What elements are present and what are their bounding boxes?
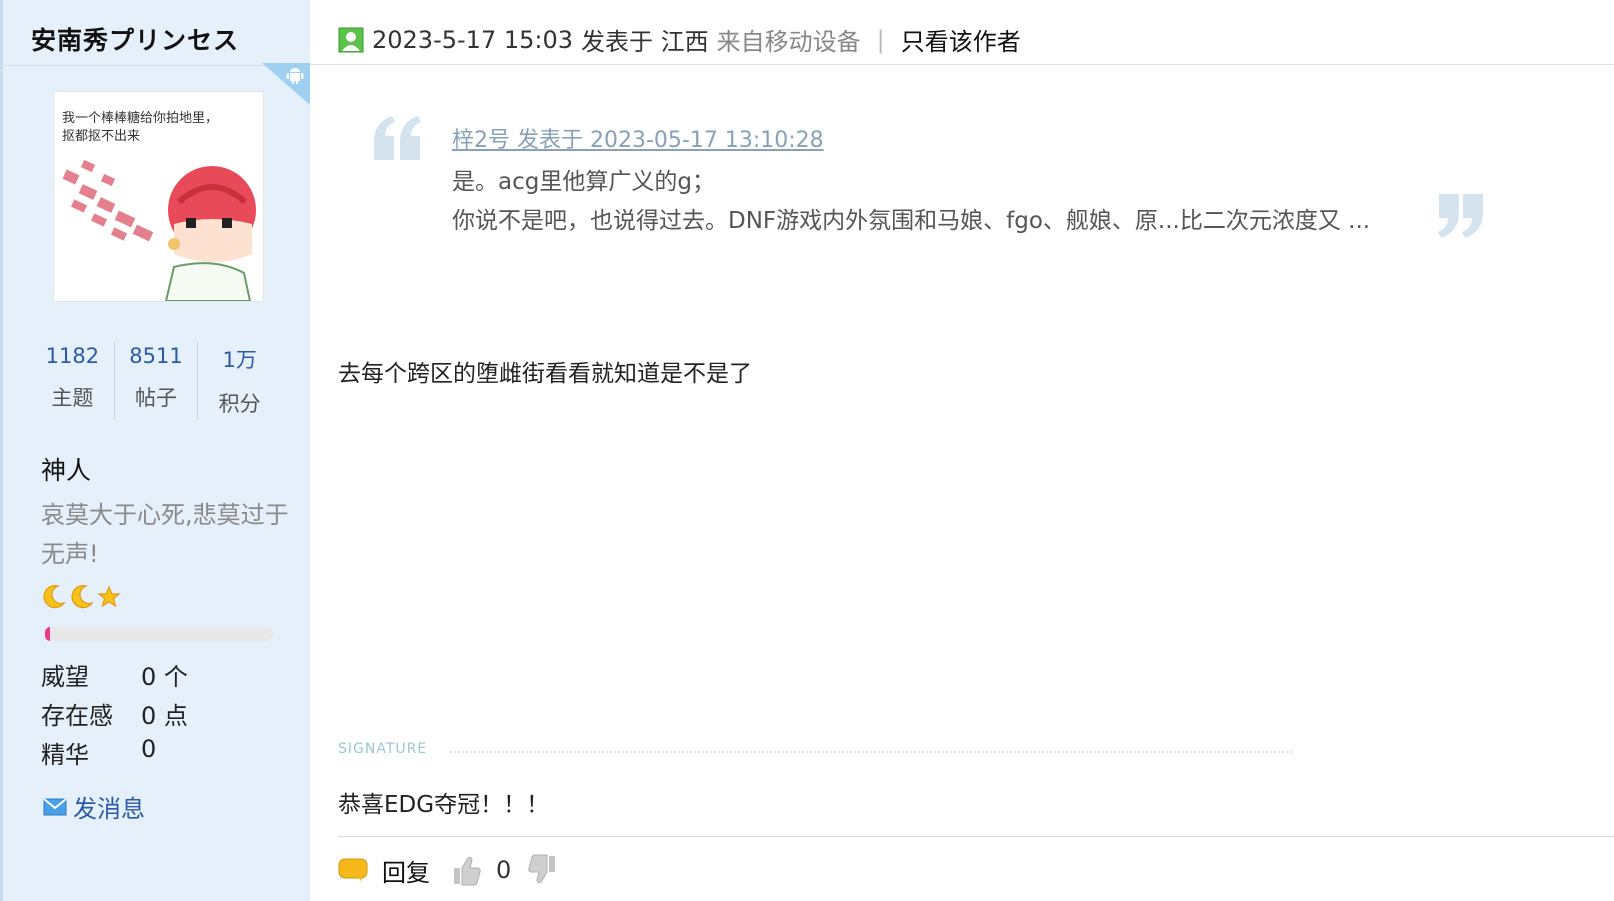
stat-threads[interactable]: 1182 主题 (31, 342, 114, 420)
quote-open-icon (374, 116, 421, 160)
moon-icon (43, 585, 66, 609)
info-row-digest: 精华 0 (41, 735, 188, 774)
moon-icon (71, 585, 94, 609)
info-row-prestige: 威望 0 个 (41, 657, 188, 696)
thumbs-down-icon[interactable] (527, 854, 557, 886)
post-header: 2023-5-17 15:03 发表于 江西 来自移动设备 | 只看该作者 (310, 0, 1614, 65)
quote-text-line-2: 你说不是吧，也说得过去。DNF游戏内外氛围和马娘、fgo、舰娘、原...比二次元… (452, 208, 1371, 234)
post-actions: 回复 0 (338, 852, 557, 888)
send-message-label[interactable]: 发消息 (73, 789, 145, 824)
reply-button[interactable]: 回复 (382, 853, 430, 888)
author-bar: 安南秀プリンセス (3, 0, 310, 66)
thumbs-up-icon[interactable] (452, 854, 482, 886)
only-author-link[interactable]: 只看该作者 (901, 22, 1021, 57)
level-progress-fill (45, 627, 50, 641)
stat-value[interactable]: 8511 (115, 344, 198, 368)
stat-value[interactable]: 1182 (31, 344, 114, 368)
info-key: 精华 (41, 741, 89, 769)
android-icon (286, 68, 304, 84)
envelope-icon (43, 797, 67, 815)
user-online-icon (338, 27, 364, 52)
level-progress-bar (45, 627, 273, 641)
info-value: 0 (141, 735, 157, 763)
author-sidebar: 安南秀プリンセス 我一个棒棒糖给你拍地里， 抠都抠不出来 1182 主题 851… (0, 0, 310, 901)
quote-source-link[interactable]: 梓2号 发表于 2023-05-17 13:10:28 (452, 122, 824, 154)
reply-icon[interactable] (338, 857, 368, 883)
post-device: 来自移动设备 (716, 28, 861, 56)
stat-posts[interactable]: 8511 帖子 (113, 342, 198, 420)
footer-divider (338, 836, 1614, 837)
stat-value[interactable]: 1万 (198, 344, 281, 374)
avatar[interactable]: 我一个棒棒糖给你拍地里， 抠都抠不出来 (53, 91, 264, 302)
like-count: 0 (496, 856, 512, 884)
post-location: 发表于 江西 (581, 28, 709, 56)
author-name[interactable]: 安南秀プリンセス (31, 21, 239, 57)
avatar-caption-1: 我一个棒棒糖给你拍地里， (62, 110, 218, 126)
info-key: 威望 (41, 663, 89, 691)
signature-text: 恭喜EDG夺冠！！！ (338, 792, 550, 818)
author-info: 威望 0 个 存在感 0 点 精华 0 (41, 657, 188, 774)
star-icon (97, 585, 121, 608)
send-message-link[interactable]: 发消息 (43, 789, 145, 824)
rank-medals (41, 583, 121, 613)
stat-label: 积分 (218, 392, 261, 416)
avatar-image: 我一个棒棒糖给你拍地里， 抠都抠不出来 (54, 92, 263, 301)
avatar-caption-2: 抠都抠不出来 (62, 129, 140, 144)
stat-label: 帖子 (135, 386, 177, 410)
stat-label: 主题 (51, 386, 94, 410)
info-value: 0 点 (141, 702, 188, 730)
signature-label: SIGNATURE (338, 741, 428, 757)
stat-points[interactable]: 1万 积分 (197, 342, 281, 420)
info-key: 存在感 (41, 702, 113, 730)
post-date: 2023-5-17 15:03 (372, 25, 573, 54)
quote-close-icon (1438, 194, 1483, 238)
quote-block: 梓2号 发表于 2023-05-17 13:10:28 是。acg里他算广义的g… (370, 110, 1500, 240)
signature-divider (450, 751, 1292, 753)
header-separator: | (876, 25, 885, 54)
user-motto: 哀莫大于心死,悲莫过于无声! (41, 501, 289, 568)
quote-text-line-1: 是。acg里他算广义的g； (452, 169, 715, 195)
user-group[interactable]: 神人 (41, 451, 91, 487)
info-row-presence: 存在感 0 点 (41, 696, 188, 735)
post-body: 去每个跨区的堕雌街看看就知道是不是了 (338, 361, 752, 387)
info-value: 0 个 (141, 663, 188, 691)
author-stats: 1182 主题 8511 帖子 1万 积分 (31, 342, 281, 420)
